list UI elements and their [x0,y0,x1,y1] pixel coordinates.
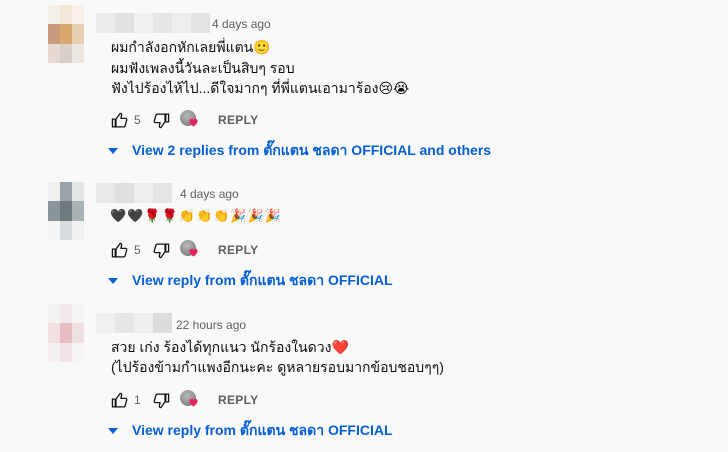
view-replies-button[interactable]: View reply from ตั๊กแตน ชลดา OFFICIAL [108,270,393,292]
view-replies-button[interactable]: View 2 replies from ตั๊กแตน ชลดา OFFICIA… [108,140,491,162]
comment-timestamp[interactable]: 22 hours ago [176,318,246,332]
reply-button[interactable]: REPLY [218,113,258,127]
reply-button[interactable]: REPLY [218,393,258,407]
comment-emoji-text: 🖤 🖤 🌹 🌹 👏 👏 👏 🎉 🎉 🎉 [110,208,281,224]
creator-heart-icon [180,240,200,260]
thumbs-down-icon[interactable] [152,391,170,409]
black-heart-icon: 🖤 [110,208,127,223]
view-replies-label: View 2 replies from ตั๊กแตน ชลดา OFFICIA… [132,142,492,158]
comment-timestamp[interactable]: 4 days ago [180,187,239,201]
rose-icon: 🌹 [144,208,161,223]
thumbs-down-icon[interactable] [152,241,170,259]
avatar[interactable] [48,182,84,240]
comment-text-line: ผมกำลังอกหักเลยพี่แตน🙂 [111,39,271,55]
comment-actions: 5 REPLY [110,239,258,261]
comment-actions: 5 REPLY [110,109,258,131]
author-name[interactable] [96,13,210,33]
view-replies-label: View reply from ตั๊กแตน ชลดา OFFICIAL [132,272,393,288]
author-name[interactable] [96,183,172,203]
like-count: 5 [134,113,141,127]
thumbs-up-icon[interactable] [110,241,128,259]
caret-down-icon [108,148,118,154]
avatar[interactable] [48,304,84,362]
thumbs-down-icon[interactable] [152,111,170,129]
rose-icon: 🌹 [161,208,178,223]
clap-icon: 👏 [195,208,213,223]
clap-icon: 👏 [213,208,230,223]
caret-down-icon [108,428,118,434]
like-count: 5 [134,243,141,257]
creator-heart-icon [180,110,200,130]
like-count: 1 [134,393,141,407]
reply-button[interactable]: REPLY [218,243,258,257]
thumbs-up-icon[interactable] [110,111,128,129]
avatar[interactable] [48,5,84,63]
thumbs-up-icon[interactable] [110,391,128,409]
view-replies-button[interactable]: View reply from ตั๊กแตน ชลดา OFFICIAL [108,420,393,442]
comment-text-line: สวย เก่ง ร้องได้ทุกแนว นักร้องในดวง❤️ [111,339,349,355]
black-heart-icon: 🖤 [127,208,144,223]
author-name[interactable] [96,313,172,333]
party-popper-icon: 🎉 [247,208,264,223]
comment-timestamp[interactable]: 4 days ago [212,17,271,31]
caret-down-icon [108,278,118,284]
creator-heart-icon [180,390,200,410]
comment-text-line: ผมฟังเพลงนี้วันละเป็นสิบๆ รอบ [111,60,295,76]
comment-text-line: (ไปร้องข้ามกำแพงอีกนะคะ ดูหลายรอบมากข้อบ… [111,359,444,375]
party-popper-icon: 🎉 [264,208,281,223]
comment-actions: 1 REPLY [110,389,258,411]
view-replies-label: View reply from ตั๊กแตน ชลดา OFFICIAL [132,422,393,438]
comment-text-line: ฟังไปร้องไห้ไป...ดีใจมากๆ ที่พี่แตนเอามา… [111,80,410,96]
clap-icon: 👏 [178,208,195,223]
party-popper-icon: 🎉 [230,208,247,223]
